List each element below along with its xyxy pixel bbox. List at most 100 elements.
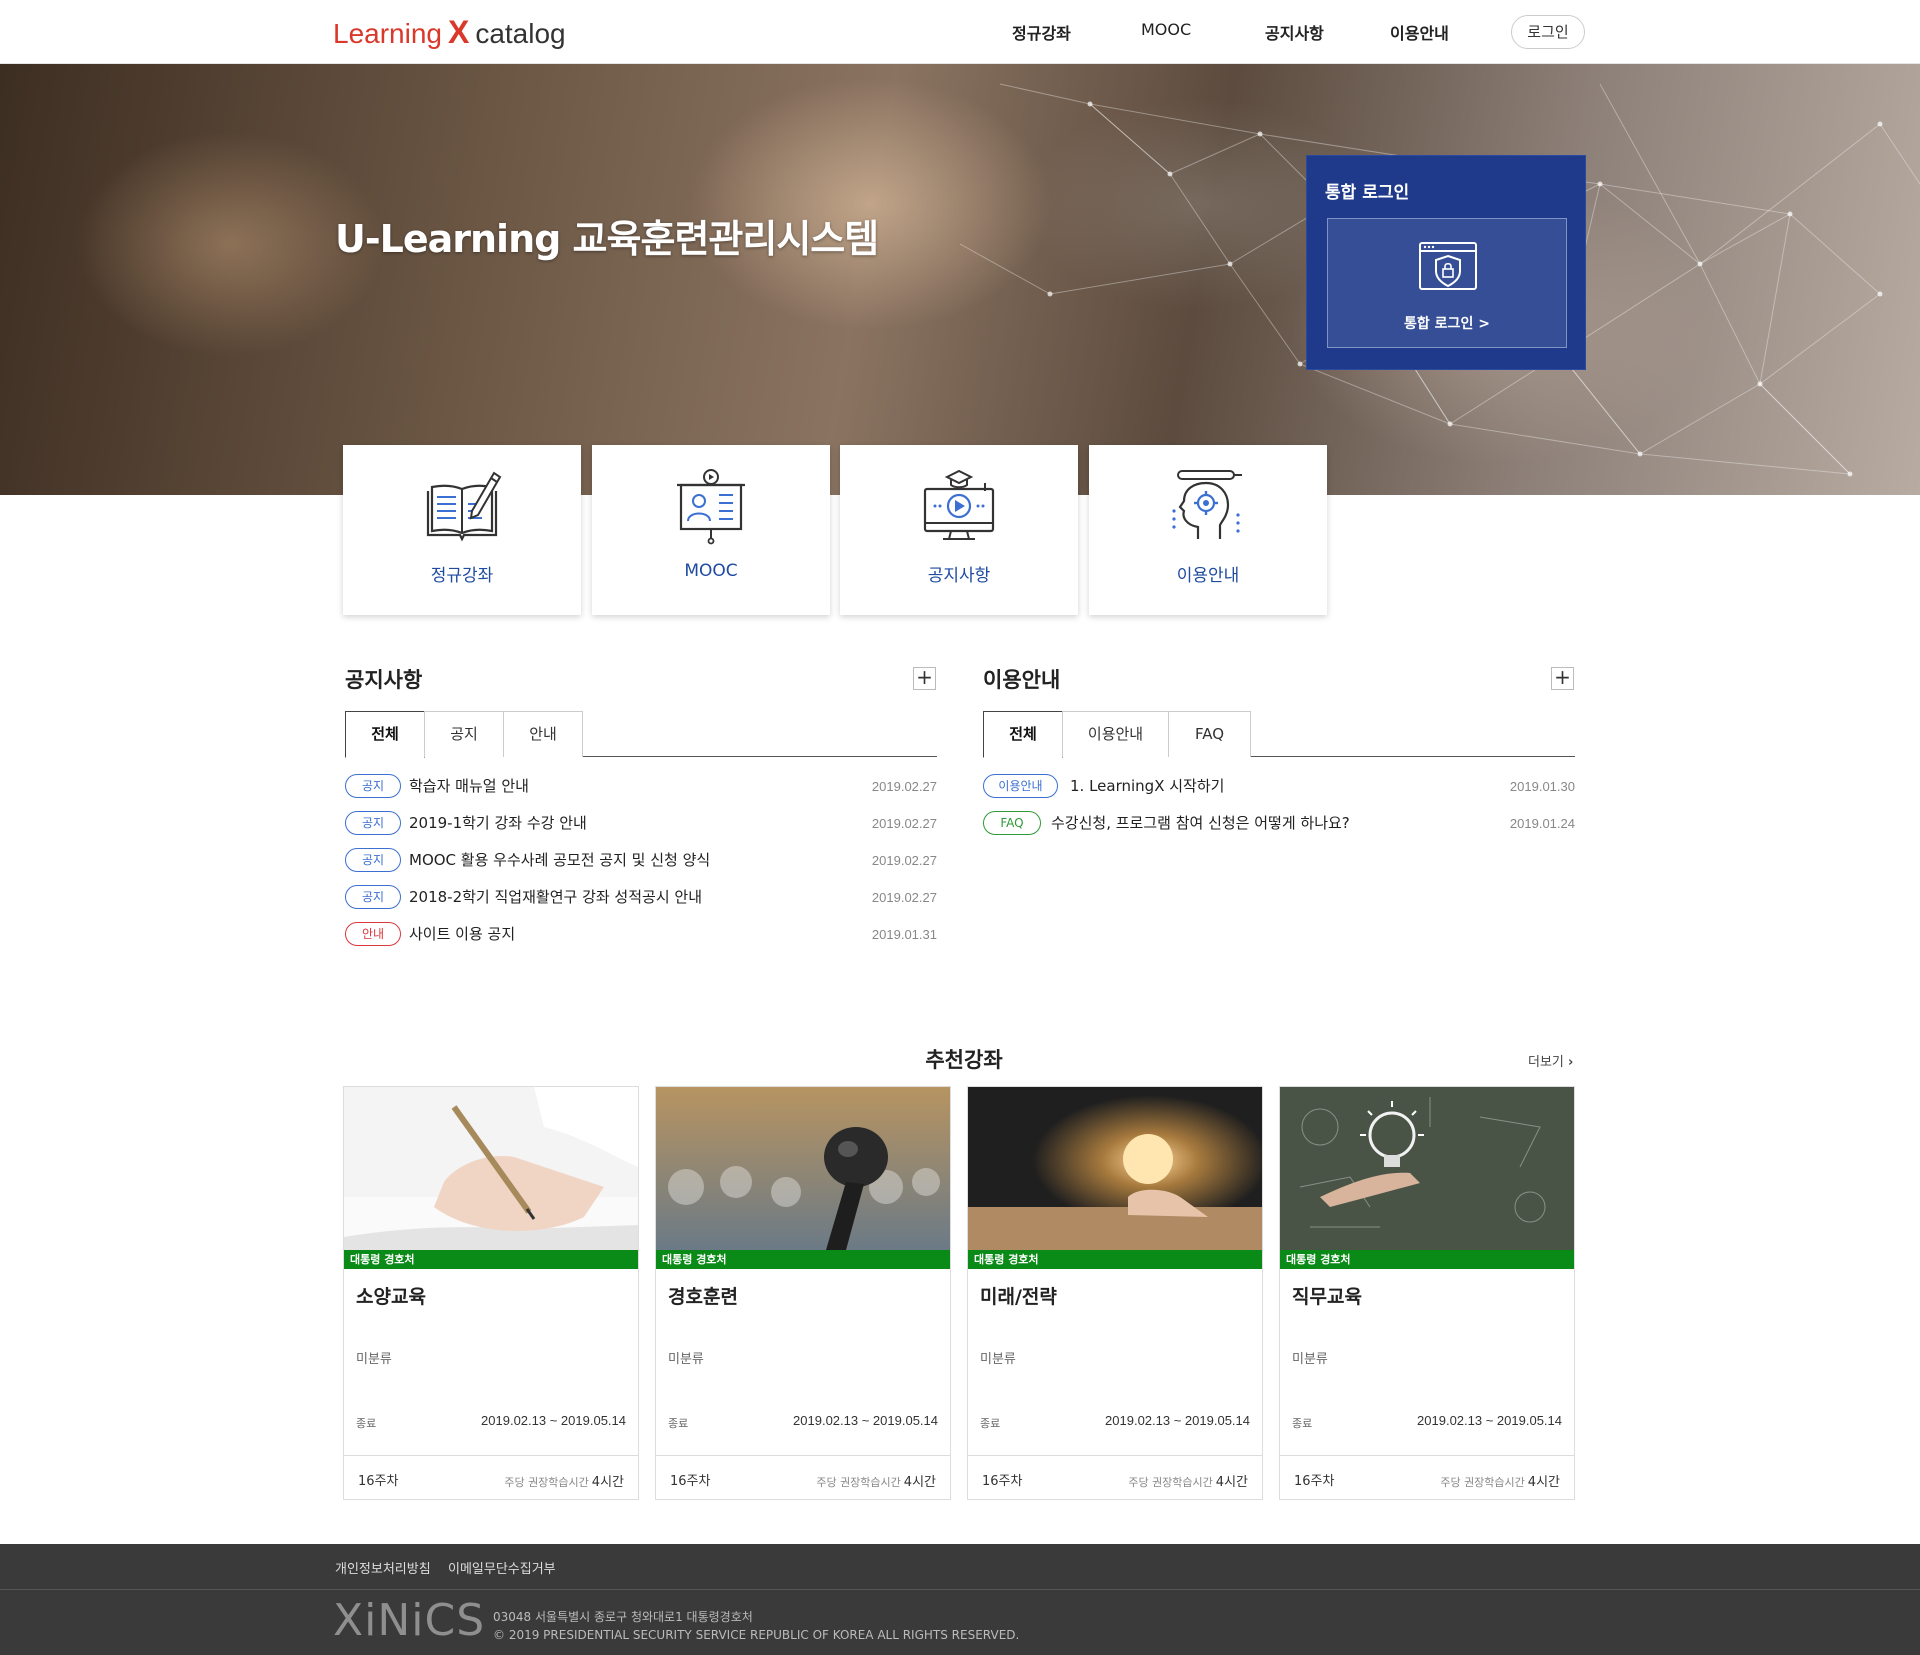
course-hours: 주당 권장학습시간 4시간 — [816, 1471, 936, 1490]
course-name: 경호훈련 — [668, 1286, 738, 1308]
head-gear-icon — [1172, 470, 1242, 539]
quick-menu-label: MOOC — [684, 561, 738, 581]
nav-mooc[interactable]: MOOC — [1141, 20, 1191, 39]
course-name: 직무교육 — [1292, 1286, 1362, 1308]
presentation-board-icon — [677, 469, 745, 545]
course-organization-tag: 대통령 경호처 — [1280, 1250, 1574, 1269]
network-lines-decoration — [959, 83, 1920, 477]
quick-menu-label: 공지사항 — [927, 566, 991, 586]
post-title: 2018-2학기 직업재활연구 강좌 성적공시 안내 — [409, 888, 703, 906]
post-date: 2019.02.27 — [871, 890, 937, 905]
hours-value: 4시간 — [591, 1475, 624, 1490]
tab-notice-all[interactable]: 전체 — [345, 711, 425, 758]
course-card[interactable]: 대통령 경호처 직무교육 미분류 종료 2019.02.13 ~ 2019.05… — [1279, 1086, 1575, 1500]
notice-post-row[interactable]: 공지 2019-1학기 강좌 수강 안내 2019.02.27 — [345, 811, 937, 839]
open-book-pen-icon — [426, 471, 502, 542]
post-date: 2019.02.27 — [871, 853, 937, 868]
quick-menu-notices[interactable]: 공지사항 — [840, 445, 1078, 615]
guide-post-row[interactable]: 이용안내 1. LearningX 시작하기 2019.01.30 — [983, 774, 1575, 802]
course-hours: 주당 권장학습시간 4시간 — [1440, 1471, 1560, 1490]
tab-guide-usage[interactable]: 이용안내 — [1062, 711, 1169, 757]
course-status: 종료 — [668, 1417, 689, 1430]
notice-post-row[interactable]: 공지 학습자 매뉴얼 안내 2019.02.27 — [345, 774, 937, 802]
footer-copyright: © 2019 PRESIDENTIAL SECURITY SERVICE REP… — [493, 1628, 1020, 1642]
post-badge: 공지 — [345, 848, 401, 872]
course-period: 2019.02.13 ~ 2019.05.14 — [793, 1413, 938, 1428]
post-date: 2019.02.27 — [871, 779, 937, 794]
notice-post-row[interactable]: 공지 MOOC 활용 우수사례 공모전 공지 및 신청 양식 2019.02.2… — [345, 848, 937, 876]
post-title: MOOC 활용 우수사례 공모전 공지 및 신청 양식 — [409, 851, 711, 869]
post-date: 2019.01.24 — [1509, 816, 1575, 831]
course-card[interactable]: 대통령 경호처 미래/전략 미분류 종료 2019.02.13 ~ 2019.0… — [967, 1086, 1263, 1500]
hours-value: 4시간 — [903, 1475, 936, 1490]
hours-value: 4시간 — [1527, 1475, 1560, 1490]
hours-label: 주당 권장학습시간 — [1440, 1476, 1525, 1489]
course-footer: 16주차 주당 권장학습시간 4시간 — [656, 1455, 950, 1499]
email-refusal-link[interactable]: 이메일무단수집거부 — [448, 1558, 556, 1577]
course-status: 종료 — [980, 1417, 1001, 1430]
integrated-login-link: 통합 로그인 > — [1404, 316, 1490, 332]
integrated-login-button[interactable]: 통합 로그인 > — [1327, 218, 1567, 348]
quick-menu-mooc[interactable]: MOOC — [592, 445, 830, 615]
course-hours: 주당 권장학습시간 4시간 — [504, 1471, 624, 1490]
course-organization-tag: 대통령 경호처 — [344, 1250, 638, 1269]
recommended-courses-title: 추천강좌 — [925, 1048, 1003, 1072]
post-badge: FAQ — [983, 811, 1041, 835]
notice-tabs: 전체 공지 안내 — [345, 711, 937, 758]
course-thumbnail-lightbulb — [968, 1087, 1262, 1250]
notice-more-plus-button[interactable]: + — [913, 667, 936, 690]
course-weeks: 16주차 — [982, 1474, 1023, 1489]
notice-post-row[interactable]: 안내 사이트 이용 공지 2019.01.31 — [345, 922, 937, 950]
quick-menu-label: 정규강좌 — [430, 566, 494, 586]
course-weeks: 16주차 — [1294, 1474, 1335, 1489]
guide-tabs: 전체 이용안내 FAQ — [983, 711, 1575, 758]
course-period: 2019.02.13 ~ 2019.05.14 — [1105, 1413, 1250, 1428]
post-badge: 공지 — [345, 774, 401, 798]
nav-regular-courses[interactable]: 정규강좌 — [1012, 20, 1071, 44]
course-thumbnail-writing — [344, 1087, 638, 1250]
hero-title: U-Learning 교육훈련관리시스템 — [335, 217, 879, 261]
quick-menu-guide[interactable]: 이용안내 — [1089, 445, 1327, 615]
online-class-monitor-icon — [923, 469, 995, 540]
footer-logo: XiNiCS — [333, 1595, 486, 1646]
course-category: 미분류 — [1292, 1352, 1328, 1367]
site-footer: 개인정보처리방침 이메일무단수집거부 XiNiCS 03048 서울특별시 종로… — [0, 1544, 1920, 1655]
course-category: 미분류 — [356, 1352, 392, 1367]
guide-post-row[interactable]: FAQ 수강신청, 프로그램 참여 신청은 어떻게 하나요? 2019.01.2… — [983, 811, 1575, 839]
course-organization-tag: 대통령 경호처 — [656, 1250, 950, 1269]
main-nav: 정규강좌 MOOC 공지사항 이용안내 — [0, 20, 1920, 44]
tab-notice-notice[interactable]: 공지 — [424, 711, 504, 757]
tab-notice-info[interactable]: 안내 — [503, 711, 583, 757]
post-date: 2019.02.27 — [871, 816, 937, 831]
notice-post-row[interactable]: 공지 2018-2학기 직업재활연구 강좌 성적공시 안내 2019.02.27 — [345, 885, 937, 913]
post-badge: 공지 — [345, 811, 401, 835]
course-thumbnail-chalk-bulb — [1280, 1087, 1574, 1250]
more-courses-link[interactable]: 더보기 › — [1528, 1051, 1573, 1070]
tab-guide-all[interactable]: 전체 — [983, 711, 1063, 758]
guide-more-plus-button[interactable]: + — [1551, 667, 1574, 690]
course-status: 종료 — [1292, 1417, 1313, 1430]
login-button[interactable]: 로그인 — [1511, 15, 1585, 49]
course-thumbnail-microphone — [656, 1087, 950, 1250]
secure-browser-lock-icon — [1419, 242, 1477, 290]
integrated-login-panel: 통합 로그인 통합 로그인 > — [1306, 155, 1586, 370]
post-title: 학습자 매뉴얼 안내 — [409, 777, 529, 795]
nav-guide[interactable]: 이용안내 — [1390, 20, 1449, 44]
course-status: 종료 — [356, 1417, 377, 1430]
site-header: Learning Xcatalog 정규강좌 MOOC 공지사항 이용안내 로그인 — [0, 0, 1920, 64]
more-link-label: 더보기 — [1528, 1055, 1564, 1070]
post-badge: 안내 — [345, 922, 401, 946]
course-category: 미분류 — [980, 1352, 1016, 1367]
privacy-policy-link[interactable]: 개인정보처리방침 — [335, 1558, 431, 1577]
quick-menu-regular-courses[interactable]: 정규강좌 — [343, 445, 581, 615]
hours-label: 주당 권장학습시간 — [504, 1476, 589, 1489]
course-card[interactable]: 대통령 경호처 경호훈련 미분류 종료 2019.02.13 ~ 2019.05… — [655, 1086, 951, 1500]
nav-notices[interactable]: 공지사항 — [1265, 20, 1324, 44]
notice-board-title: 공지사항 — [345, 668, 423, 692]
hours-label: 주당 권장학습시간 — [1128, 1476, 1213, 1489]
tab-guide-faq[interactable]: FAQ — [1168, 711, 1251, 757]
hours-label: 주당 권장학습시간 — [816, 1476, 901, 1489]
course-card[interactable]: 대통령 경호처 소양교육 미분류 종료 2019.02.13 ~ 2019.05… — [343, 1086, 639, 1500]
course-period: 2019.02.13 ~ 2019.05.14 — [1417, 1413, 1562, 1428]
course-category: 미분류 — [668, 1352, 704, 1367]
